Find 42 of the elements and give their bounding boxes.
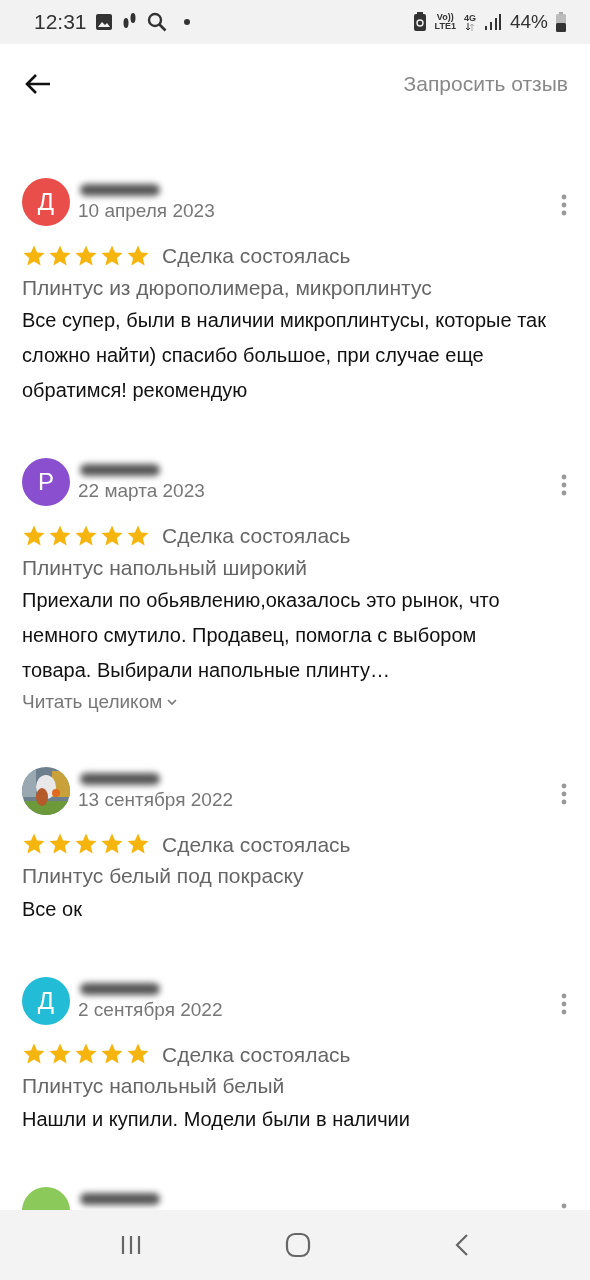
network-label: 4G: [463, 13, 476, 23]
deal-status: Сделка состоялась: [162, 1041, 351, 1068]
recent-apps-button[interactable]: [119, 1234, 142, 1256]
read-more-link[interactable]: Читать целиком: [22, 688, 179, 717]
deal-status: Сделка состоялась: [162, 243, 351, 269]
more-options-button[interactable]: [560, 992, 568, 1015]
back-nav-button[interactable]: [454, 1233, 471, 1257]
review-date: 22 марта 2023: [78, 480, 206, 503]
avatar: Д: [22, 178, 70, 226]
back-button[interactable]: [24, 73, 52, 95]
deal-status: Сделка состоялась: [162, 831, 351, 858]
more-options-button[interactable]: [560, 194, 568, 216]
request-review-button[interactable]: Запросить отзыв: [403, 68, 568, 100]
volte-label: Vo)): [436, 13, 454, 22]
avatar: Д: [22, 976, 70, 1025]
more-options-button[interactable]: [560, 474, 568, 496]
review-text: Нашли и купили. Модели были в наличии: [22, 1106, 411, 1132]
gallery-icon: [94, 13, 113, 31]
clock-time: 12:31: [34, 9, 87, 36]
notification-dot-icon: [182, 18, 191, 26]
product-name: Плинтус напольный белый: [22, 1073, 286, 1099]
review-date: 2 сентября 2022: [78, 998, 224, 1022]
product-name: Плинтус из дюрополимера, микроплинтус: [22, 274, 433, 301]
product-name: Плинтус белый под покраску: [22, 863, 305, 889]
battery-saver-icon: [412, 12, 427, 32]
review-date: 13 сентября 2022: [78, 788, 235, 812]
battery-icon: [556, 12, 566, 32]
lte-label: LTE1: [434, 22, 456, 31]
home-button[interactable]: [285, 1232, 311, 1258]
deal-status: Сделка состоялась: [162, 523, 351, 549]
review-text: Все ок: [22, 896, 83, 922]
data-arrows-icon: [464, 22, 475, 31]
review-date: 10 апреля 2023: [78, 200, 216, 223]
search-icon: [146, 12, 167, 32]
review-text: Все супер, были в наличии микроплинтусы, которые так сложно найти) спасибо большое, при случае еще обратимся! рекомендую: [22, 308, 547, 403]
signal-icon: [483, 13, 502, 31]
review-text: Приехали по обьявлению,оказалось это рынок, что немного смутило. Продавец, помогла с выбором товара. Выбирали напольные плинту…: [22, 588, 501, 683]
chevron-down-icon: [166, 698, 179, 707]
product-name: Плинтус напольный широкий: [22, 554, 309, 581]
battery-percent: 44%: [509, 9, 548, 34]
more-options-button[interactable]: [560, 782, 568, 805]
avatar: Р: [22, 458, 70, 506]
